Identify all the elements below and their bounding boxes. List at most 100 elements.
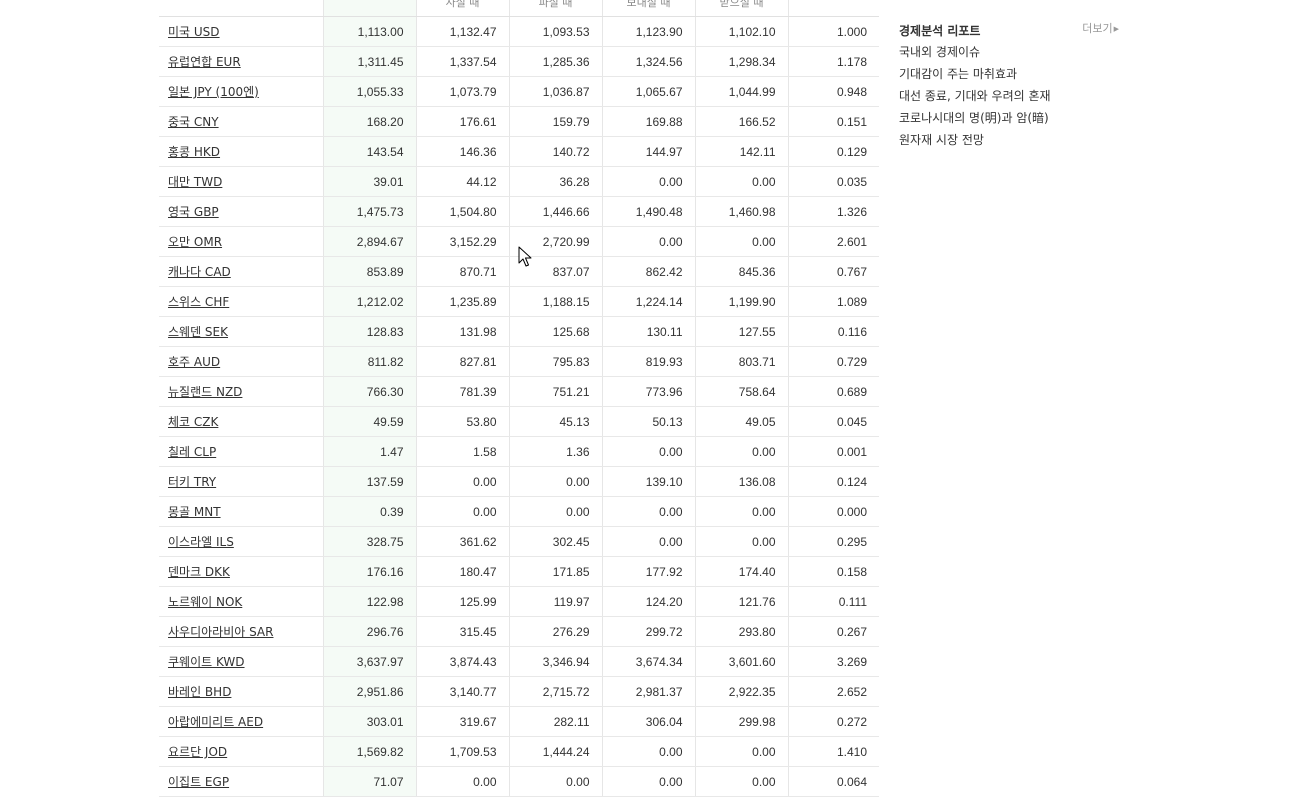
- currency-cell: 요르단 JOD: [159, 736, 323, 767]
- receive-cell: 1,460.98: [694, 196, 788, 227]
- currency-link[interactable]: 이스라엘 ILS: [168, 535, 234, 549]
- table-row: 이스라엘 ILS 328.75 361.62 302.45 0.00 0.00 0.295: [159, 526, 879, 557]
- sell-cash-cell: 2,715.72: [508, 676, 602, 707]
- currency-link[interactable]: 중국 CNY: [168, 115, 219, 129]
- currency-link[interactable]: 대만 TWD: [168, 175, 222, 189]
- receive-cell: 1,199.90: [694, 286, 788, 317]
- send-cell: 1,224.14: [601, 286, 695, 317]
- report-list-item[interactable]: 코로나시대의 명(明)과 암(暗): [899, 107, 1119, 129]
- send-cell: 0.00: [601, 766, 695, 797]
- currency-cell: 오만 OMR: [159, 226, 323, 257]
- table-row: 스웨덴 SEK 128.83 131.98 125.68 130.11 127.55 0.1…: [159, 316, 879, 347]
- currency-cell: 대만 TWD: [159, 166, 323, 197]
- table-row: 뉴질랜드 NZD 766.30 781.39 751.21 773.96 758.64 0.…: [159, 376, 879, 407]
- economic-report-panel: 경제분석 리포트 더보기▶ 국내외 경제이슈 기대감이 주는 마취효과 대선 종료,…: [899, 20, 1119, 151]
- currency-cell: 스웨덴 SEK: [159, 316, 323, 347]
- report-list-item[interactable]: 원자재 시장 전망: [899, 129, 1119, 151]
- currency-cell: 이스라엘 ILS: [159, 526, 323, 557]
- buy-cash-cell: 315.45: [415, 616, 509, 647]
- currency-link[interactable]: 스위스 CHF: [168, 295, 229, 309]
- usd-ratio-cell: 0.129: [787, 136, 879, 167]
- buy-cash-cell: 319.67: [415, 706, 509, 737]
- buy-cash-cell: 1,337.54: [415, 46, 509, 77]
- currency-link[interactable]: 이집트 EGP: [168, 775, 229, 789]
- send-cell: 0.00: [601, 496, 695, 527]
- currency-cell: 중국 CNY: [159, 106, 323, 137]
- report-list-item[interactable]: 기대감이 주는 마취효과: [899, 63, 1119, 85]
- receive-cell: 3,601.60: [694, 646, 788, 677]
- table-row: 유럽연합 EUR 1,311.45 1,337.54 1,285.36 1,324.56…: [159, 46, 879, 77]
- base-rate-cell: 1,113.00: [322, 16, 416, 47]
- receive-cell: 0.00: [694, 496, 788, 527]
- base-rate-cell: 176.16: [322, 556, 416, 587]
- currency-cell: 아랍에미리트 AED: [159, 706, 323, 737]
- send-cell: 139.10: [601, 466, 695, 497]
- buy-cash-cell: 1,132.47: [415, 16, 509, 47]
- send-cell: 3,674.34: [601, 646, 695, 677]
- report-panel-header: 경제분석 리포트 더보기▶: [899, 20, 1119, 38]
- base-rate-cell: 303.01: [322, 706, 416, 737]
- table-row: 몽골 MNT 0.39 0.00 0.00 0.00 0.00 0.000: [159, 496, 879, 527]
- send-cell: 1,065.67: [601, 76, 695, 107]
- currency-link[interactable]: 미국 USD: [168, 25, 220, 39]
- chevron-right-icon: ▶: [1113, 25, 1119, 33]
- currency-link[interactable]: 호주 AUD: [168, 355, 220, 369]
- currency-cell: 사우디아라비아 SAR: [159, 616, 323, 647]
- receive-cell: 0.00: [694, 436, 788, 467]
- buy-cash-cell: 3,874.43: [415, 646, 509, 677]
- currency-link[interactable]: 몽골 MNT: [168, 505, 221, 519]
- receive-cell: 0.00: [694, 166, 788, 197]
- currency-link[interactable]: 요르단 JOD: [168, 745, 227, 759]
- currency-link[interactable]: 일본 JPY (100엔): [168, 85, 259, 99]
- currency-cell: 미국 USD: [159, 16, 323, 47]
- header-usd-ratio: [787, 0, 879, 17]
- receive-cell: 299.98: [694, 706, 788, 737]
- buy-cash-cell: 361.62: [415, 526, 509, 557]
- usd-ratio-cell: 0.116: [787, 316, 879, 347]
- sell-cash-cell: 1,285.36: [508, 46, 602, 77]
- currency-link[interactable]: 유럽연합 EUR: [168, 55, 241, 69]
- header-buy-cash: 사실 때: [415, 0, 509, 17]
- currency-cell: 몽골 MNT: [159, 496, 323, 527]
- send-cell: 0.00: [601, 166, 695, 197]
- currency-link[interactable]: 뉴질랜드 NZD: [168, 385, 242, 399]
- base-rate-cell: 296.76: [322, 616, 416, 647]
- usd-ratio-cell: 0.151: [787, 106, 879, 137]
- usd-ratio-cell: 1.089: [787, 286, 879, 317]
- currency-link[interactable]: 바레인 BHD: [168, 685, 231, 699]
- buy-cash-cell: 0.00: [415, 466, 509, 497]
- receive-cell: 293.80: [694, 616, 788, 647]
- report-list-item[interactable]: 대선 종료, 기대와 우려의 혼재: [899, 85, 1119, 107]
- currency-link[interactable]: 체코 CZK: [168, 415, 218, 429]
- currency-link[interactable]: 영국 GBP: [168, 205, 219, 219]
- buy-cash-cell: 125.99: [415, 586, 509, 617]
- currency-link[interactable]: 쿠웨이트 KWD: [168, 655, 245, 669]
- exchange-rate-table: 사실 때 파실 때 보내실 때 받으실 때 미국 USD 1,113.00 1,13…: [159, 0, 879, 797]
- sell-cash-cell: 119.97: [508, 586, 602, 617]
- receive-cell: 0.00: [694, 736, 788, 767]
- currency-link[interactable]: 노르웨이 NOK: [168, 595, 242, 609]
- base-rate-cell: 49.59: [322, 406, 416, 437]
- currency-link[interactable]: 아랍에미리트 AED: [168, 715, 263, 729]
- header-base-rate: [322, 0, 416, 17]
- currency-link[interactable]: 스웨덴 SEK: [168, 325, 228, 339]
- currency-cell: 칠레 CLP: [159, 436, 323, 467]
- table-header-row: 사실 때 파실 때 보내실 때 받으실 때: [159, 0, 879, 17]
- currency-link[interactable]: 터키 TRY: [168, 475, 216, 489]
- usd-ratio-cell: 2.601: [787, 226, 879, 257]
- currency-link[interactable]: 덴마크 DKK: [168, 565, 230, 579]
- more-link[interactable]: 더보기▶: [1082, 21, 1119, 37]
- currency-link[interactable]: 사우디아라비아 SAR: [168, 625, 273, 639]
- send-cell: 177.92: [601, 556, 695, 587]
- base-rate-cell: 122.98: [322, 586, 416, 617]
- send-cell: 819.93: [601, 346, 695, 377]
- send-cell: 0.00: [601, 736, 695, 767]
- report-list-item[interactable]: 국내외 경제이슈: [899, 41, 1119, 63]
- currency-link[interactable]: 오만 OMR: [168, 235, 222, 249]
- mouse-pointer-icon: [518, 246, 532, 267]
- currency-link[interactable]: 칠레 CLP: [168, 445, 216, 459]
- currency-link[interactable]: 캐나다 CAD: [168, 265, 231, 279]
- currency-cell: 노르웨이 NOK: [159, 586, 323, 617]
- currency-link[interactable]: 홍콩 HKD: [168, 145, 220, 159]
- table-row: 사우디아라비아 SAR 296.76 315.45 276.29 299.72 293.8…: [159, 616, 879, 647]
